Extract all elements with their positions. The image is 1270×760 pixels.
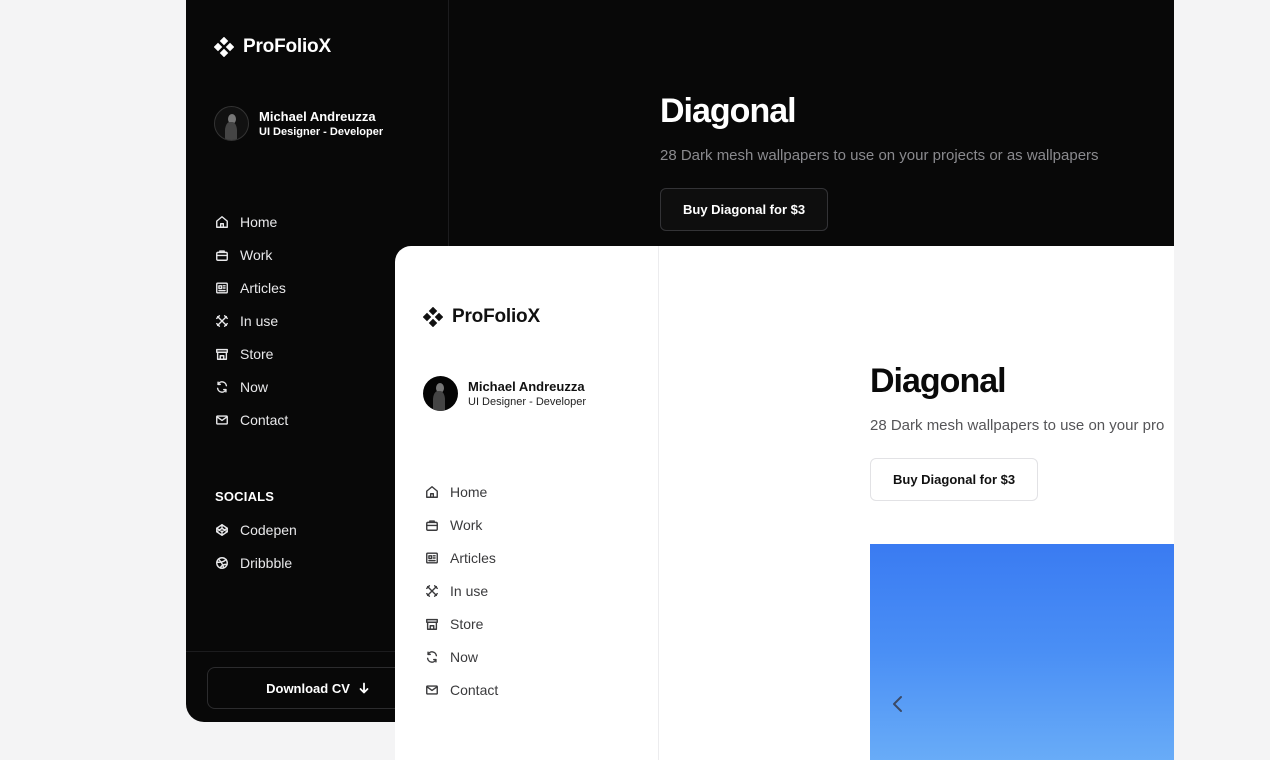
page-title: Diagonal bbox=[870, 362, 1007, 400]
buy-button[interactable]: Buy Diagonal for $3 bbox=[870, 458, 1039, 501]
nav-item-work[interactable]: Work bbox=[215, 238, 288, 271]
nav-item-articles[interactable]: Articles bbox=[215, 271, 288, 304]
profile-card: Michael Andreuzza UI Designer - Develope… bbox=[423, 376, 586, 411]
nav-item-contact[interactable]: Contact bbox=[425, 673, 498, 706]
buy-button[interactable]: Buy Diagonal for $3 bbox=[660, 188, 829, 231]
store-icon bbox=[426, 618, 438, 630]
light-sidebar: ProFolioX Michael Andreuzza UI Designer … bbox=[395, 246, 659, 760]
nav-item-label: Work bbox=[450, 516, 483, 533]
nav-item-label: Home bbox=[450, 483, 488, 500]
socials-heading: SOCIALS bbox=[215, 489, 275, 504]
nav-item-now[interactable]: Now bbox=[425, 640, 498, 673]
profile-card: Michael Andreuzza UI Designer - Develope… bbox=[214, 106, 383, 141]
nav-item-work[interactable]: Work bbox=[425, 508, 498, 541]
avatar bbox=[423, 376, 458, 411]
profile-name: Michael Andreuzza bbox=[259, 108, 376, 124]
nav-item-label: Now bbox=[450, 648, 479, 665]
download-cv-label: Download CV bbox=[266, 680, 350, 696]
newspaper-icon bbox=[426, 551, 438, 564]
dribbble-icon bbox=[216, 556, 228, 569]
nav-item-home[interactable]: Home bbox=[215, 205, 288, 238]
gallery-prev-button[interactable] bbox=[890, 694, 906, 714]
nav-item-store[interactable]: Store bbox=[425, 607, 498, 640]
main-nav: Home Work Articles In use Store Now Cont… bbox=[425, 475, 498, 706]
logo-diamonds-icon bbox=[214, 37, 234, 57]
home-icon bbox=[426, 485, 438, 498]
nav-item-label: Home bbox=[240, 213, 278, 230]
nav-item-label: Articles bbox=[240, 279, 286, 296]
store-icon bbox=[216, 348, 228, 360]
nav-item-in-use[interactable]: In use bbox=[215, 304, 288, 337]
nav-item-label: In use bbox=[450, 582, 489, 599]
mail-icon bbox=[426, 684, 438, 695]
profile-role: UI Designer - Developer bbox=[468, 395, 586, 408]
page-subtitle: 28 Dark mesh wallpapers to use on your p… bbox=[660, 147, 1099, 164]
nav-item-label: Contact bbox=[240, 411, 289, 428]
main-nav: Home Work Articles In use Store Now Cont… bbox=[215, 205, 288, 436]
nav-item-now[interactable]: Now bbox=[215, 370, 288, 403]
briefcase-icon bbox=[216, 249, 228, 261]
briefcase-icon bbox=[426, 519, 438, 531]
brand-logo[interactable]: ProFolioX bbox=[423, 306, 540, 328]
arrow-down-icon bbox=[359, 682, 369, 694]
brand-logo[interactable]: ProFolioX bbox=[214, 36, 331, 58]
nav-item-articles[interactable]: Articles bbox=[425, 541, 498, 574]
nav-item-label: Articles bbox=[450, 549, 496, 566]
socials-list: Codepen Dribbble bbox=[215, 513, 297, 579]
home-icon bbox=[216, 215, 228, 228]
newspaper-icon bbox=[216, 281, 228, 294]
page-subtitle: 28 Dark mesh wallpapers to use on your p… bbox=[870, 417, 1165, 434]
social-item-label: Dribbble bbox=[240, 554, 293, 571]
nav-item-in-use[interactable]: In use bbox=[425, 574, 498, 607]
nav-item-label: Store bbox=[450, 615, 484, 632]
tools-icon bbox=[426, 584, 438, 597]
light-main-content: Diagonal 28 Dark mesh wallpapers to use … bbox=[659, 246, 1174, 760]
brand-name: ProFolioX bbox=[452, 306, 540, 327]
nav-item-store[interactable]: Store bbox=[215, 337, 288, 370]
profile-role: UI Designer - Developer bbox=[259, 125, 384, 138]
light-theme-window: ProFolioX Michael Andreuzza UI Designer … bbox=[395, 246, 1174, 760]
nav-item-label: In use bbox=[240, 312, 279, 329]
avatar bbox=[214, 106, 249, 141]
wallpaper-preview-image bbox=[870, 544, 1174, 760]
social-item-label: Codepen bbox=[240, 521, 297, 538]
nav-item-contact[interactable]: Contact bbox=[215, 403, 288, 436]
nav-item-home[interactable]: Home bbox=[425, 475, 498, 508]
chevron-left-icon bbox=[893, 696, 902, 712]
profile-name: Michael Andreuzza bbox=[468, 378, 585, 394]
page-title: Diagonal bbox=[660, 92, 797, 130]
nav-item-label: Work bbox=[240, 246, 273, 263]
refresh-icon bbox=[426, 650, 438, 663]
nav-item-label: Now bbox=[240, 378, 269, 395]
nav-item-label: Store bbox=[240, 345, 274, 362]
logo-diamonds-icon bbox=[423, 307, 443, 327]
codepen-icon bbox=[216, 523, 228, 536]
refresh-icon bbox=[216, 380, 228, 393]
nav-item-label: Contact bbox=[450, 681, 499, 698]
social-item-dribbble[interactable]: Dribbble bbox=[215, 546, 297, 579]
social-item-codepen[interactable]: Codepen bbox=[215, 513, 297, 546]
tools-icon bbox=[216, 314, 228, 327]
brand-name: ProFolioX bbox=[243, 36, 331, 57]
mail-icon bbox=[216, 414, 228, 425]
